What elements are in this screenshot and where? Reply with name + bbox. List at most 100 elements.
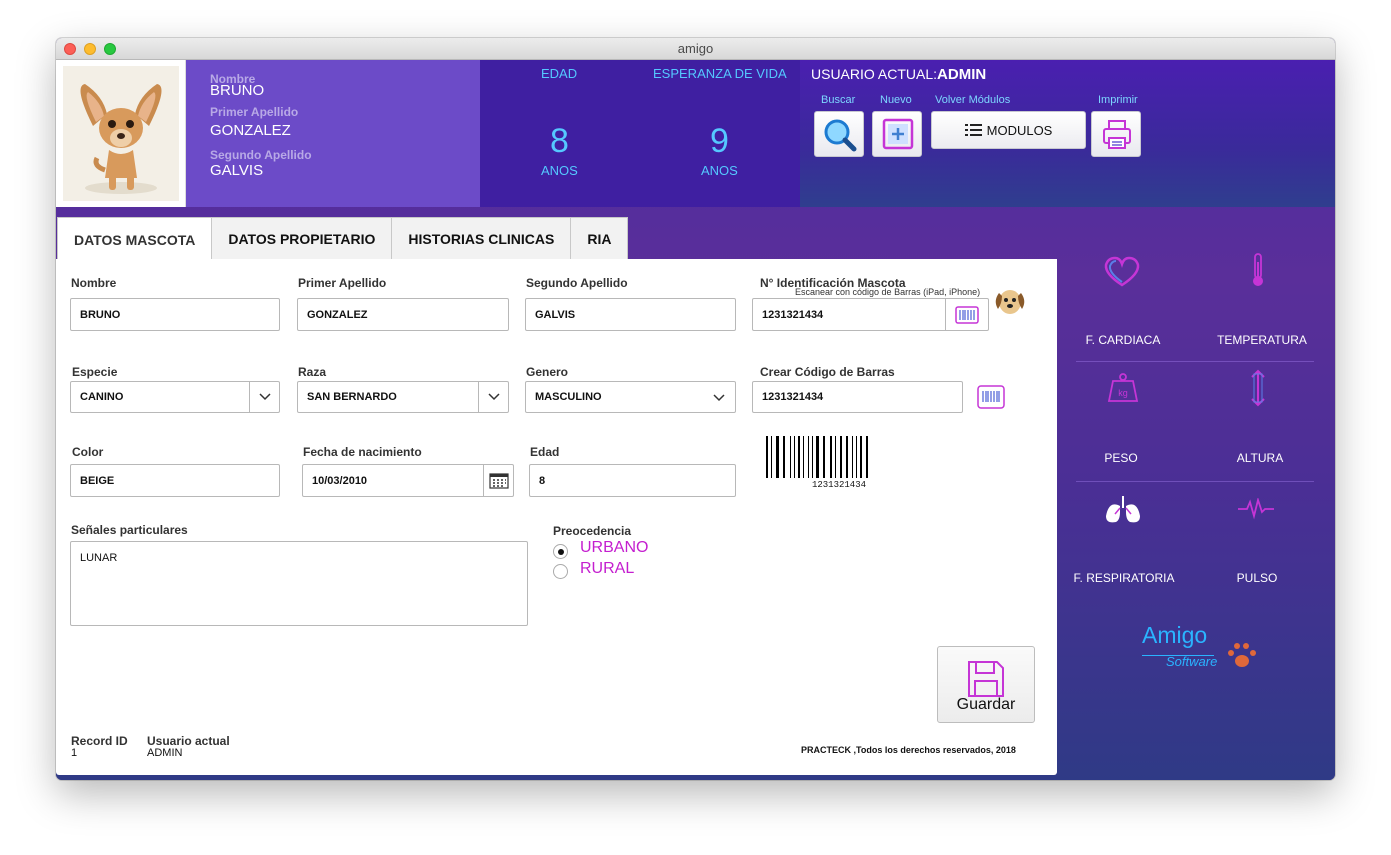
rural-label: RURAL <box>580 560 635 577</box>
segundo-apellido-field[interactable]: GALVIS <box>525 298 736 331</box>
edad-field[interactable]: 8 <box>529 464 736 497</box>
copyright: PRACTECK ,Todos los derechos reservados,… <box>801 745 1016 755</box>
chevron-down-icon <box>478 382 508 412</box>
paw-icon <box>1222 640 1262 675</box>
chevron-down-icon <box>249 382 279 412</box>
nombre-field[interactable]: BRUNO <box>70 298 280 331</box>
chevron-down-icon <box>713 393 725 405</box>
brand-name: Amigo <box>1142 622 1208 648</box>
brand-sub: Software <box>1166 654 1218 669</box>
senales-textarea[interactable]: LUNAR <box>70 541 528 626</box>
weight-unit: kg <box>1118 388 1128 398</box>
primer-apellido-field[interactable]: GONZALEZ <box>297 298 509 331</box>
height-icon[interactable] <box>1247 368 1269 413</box>
barcode-icon <box>955 305 979 324</box>
genero-value: MASCULINO <box>535 391 602 403</box>
barcode-number: 1231321434 <box>812 480 866 490</box>
id-value: 1231321434 <box>762 308 824 321</box>
edad-label: EDAD <box>541 66 578 81</box>
pet-photo-frame <box>56 60 186 207</box>
raza-label: Raza <box>298 365 327 379</box>
temperatura-label: TEMPERATURA <box>1217 333 1307 347</box>
scan-barcode-button[interactable] <box>945 299 988 330</box>
fecha-value: 10/03/2010 <box>312 474 368 487</box>
current-user: USUARIO ACTUAL:ADMIN <box>811 66 986 83</box>
pulse-icon[interactable] <box>1237 496 1275 525</box>
raza-value: SAN BERNARDO <box>307 391 397 403</box>
crear-barcode-field[interactable]: 1231321434 <box>752 381 963 413</box>
toolbar-area: USUARIO ACTUAL:ADMIN Buscar Nuevo Volver… <box>800 60 1335 207</box>
record-id-value: 1 <box>71 747 78 759</box>
record-id-label: Record ID <box>71 734 128 748</box>
tab-historias-clinicas[interactable]: HISTORIAS CLINICAS <box>391 217 572 260</box>
pulso-label: PULSO <box>1236 571 1278 585</box>
nuevo-caption: Nuevo <box>880 94 912 106</box>
peso-label: PESO <box>1104 451 1138 465</box>
current-user-label: USUARIO ACTUAL: <box>811 66 938 82</box>
current-user-value: ADMIN <box>937 66 987 83</box>
header-segundo-apellido-label: Segundo Apellido <box>210 148 312 162</box>
tab-ria[interactable]: RIA <box>570 217 629 260</box>
heart-icon[interactable] <box>1103 256 1141 293</box>
add-icon <box>882 118 914 150</box>
urbano-label: URBANO <box>580 539 649 556</box>
print-button[interactable] <box>1091 111 1141 157</box>
tab-datos-propietario[interactable]: DATOS PROPIETARIO <box>211 217 393 260</box>
dog-icon <box>993 285 1027 322</box>
barcode-image: 1231321434 <box>764 436 914 495</box>
minimize-window-button[interactable] <box>84 43 96 55</box>
app-window: amigo Nombre BRUNO Primer Apellido GONZA… <box>56 38 1335 780</box>
save-button[interactable]: Guardar <box>937 646 1035 723</box>
crear-barcode-label: Crear Código de Barras <box>760 365 895 379</box>
calendar-button[interactable] <box>483 465 513 496</box>
altura-label: ALTURA <box>1236 451 1284 465</box>
age-summary: EDAD 8 ANOS ESPERANZA DE VIDA 9 ANOS <box>480 60 800 207</box>
header-primer-apellido: GONZALEZ <box>210 122 291 139</box>
edad-unit: ANOS <box>541 163 578 178</box>
genero-select[interactable]: MASCULINO <box>525 381 736 413</box>
tab-label: HISTORIAS CLINICAS <box>408 231 555 247</box>
header-nombre: BRUNO <box>210 82 265 99</box>
nombre-label: Nombre <box>71 276 117 290</box>
list-icon <box>964 124 982 136</box>
pet-form-panel: Nombre BRUNO Primer Apellido GONZALEZ Se… <box>56 259 1057 775</box>
raza-select[interactable]: SAN BERNARDO <box>297 381 509 413</box>
modulos-button[interactable]: MODULOS <box>931 111 1086 149</box>
modulos-label: MODULOS <box>986 122 1053 138</box>
buscar-caption: Buscar <box>821 94 856 106</box>
id-field[interactable]: 1231321434 <box>752 298 989 331</box>
segundo-apellido-label: Segundo Apellido <box>526 276 628 290</box>
zoom-window-button[interactable] <box>104 43 116 55</box>
tab-datos-mascota[interactable]: DATOS MASCOTA <box>57 217 213 261</box>
search-icon <box>824 119 857 152</box>
especie-value: CANINO <box>80 391 124 403</box>
rural-radio[interactable] <box>553 564 568 579</box>
new-button[interactable] <box>872 111 922 157</box>
search-button[interactable] <box>814 111 864 157</box>
close-window-button[interactable] <box>64 43 76 55</box>
esperanza-unit: ANOS <box>701 163 738 178</box>
thermometer-icon[interactable] <box>1247 252 1269 293</box>
senales-label: Señales particulares <box>71 523 188 537</box>
generate-barcode-button[interactable] <box>977 385 1005 414</box>
urbano-radio[interactable] <box>553 544 568 559</box>
f-cardiaca-label: F. CARDIACA <box>1085 333 1161 347</box>
lungs-icon[interactable] <box>1103 494 1143 531</box>
calendar-icon <box>488 472 509 489</box>
divider <box>1076 481 1314 482</box>
esperanza-label: ESPERANZA DE VIDA <box>653 66 787 81</box>
esperanza-value: 9 <box>710 122 729 160</box>
pet-summary: Nombre BRUNO Primer Apellido GONZALEZ Se… <box>56 60 480 207</box>
procedencia-label: Preocedencia <box>553 524 632 538</box>
tab-label: DATOS MASCOTA <box>74 231 196 248</box>
especie-select[interactable]: CANINO <box>70 381 280 413</box>
weight-icon[interactable]: kg <box>1107 371 1139 408</box>
volver-caption: Volver Módulos <box>935 94 1011 106</box>
fecha-label: Fecha de nacimiento <box>303 445 422 459</box>
window-title: amigo <box>677 41 714 56</box>
primer-apellido-label: Primer Apellido <box>298 276 387 290</box>
fecha-field[interactable]: 10/03/2010 <box>302 464 514 497</box>
color-field[interactable]: BEIGE <box>70 464 280 497</box>
barcode-icon <box>977 385 1005 409</box>
printer-icon <box>1103 120 1131 149</box>
